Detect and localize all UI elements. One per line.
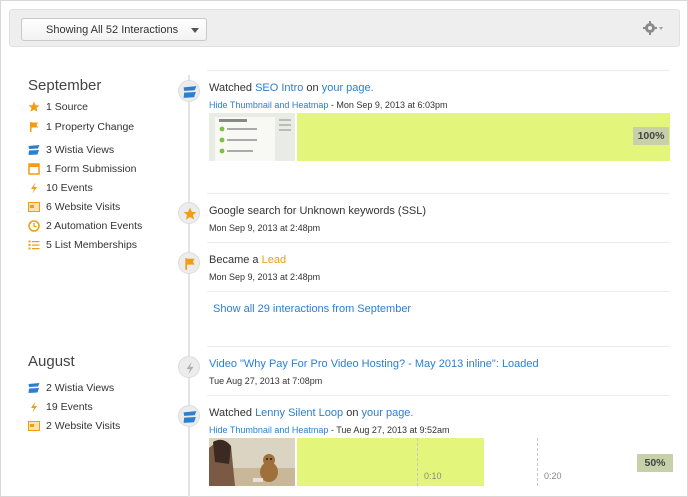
star-icon <box>28 101 40 113</box>
timeline-marker <box>537 438 538 486</box>
divider <box>207 291 670 292</box>
interaction-title: Watched Lenny Silent Loop on your page. <box>209 407 413 419</box>
interaction-title: Watched SEO Intro on your page. <box>209 82 374 94</box>
title-text: on <box>343 407 362 419</box>
interaction-filter-dropdown[interactable]: Showing All 52 Interactions <box>21 18 207 41</box>
stat-label: 1 Property Change <box>46 121 135 133</box>
stat-list-memberships[interactable]: 5 List Memberships <box>28 238 137 252</box>
list-icon <box>28 239 40 251</box>
divider <box>207 346 670 347</box>
title-text: Watched <box>209 407 256 419</box>
stat-automation-events[interactable]: 2 Automation Events <box>28 219 142 233</box>
website-icon <box>28 201 40 213</box>
lightning-icon <box>28 401 40 413</box>
video-thumbnail[interactable] <box>209 113 295 161</box>
lifecycle-stage-link[interactable]: Lead <box>262 254 286 266</box>
filter-label: Showing All 52 Interactions <box>46 24 179 36</box>
stat-website-visits[interactable]: 2 Website Visits <box>28 419 120 433</box>
timeline-node <box>178 80 200 102</box>
stat-label: 19 Events <box>46 401 93 413</box>
time-tick: 0:10 <box>424 471 442 481</box>
stat-label: 10 Events <box>46 182 93 194</box>
chevron-down-icon <box>191 28 199 33</box>
hide-heatmap-link[interactable]: Hide Thumbnail and Heatmap <box>209 100 328 110</box>
stat-sources[interactable]: 1 Source <box>28 100 88 114</box>
interaction-date: Mon Sep 9, 2013 at 2:48pm <box>209 223 321 233</box>
stat-website-visits[interactable]: 6 Website Visits <box>28 200 120 214</box>
form-icon <box>28 163 40 175</box>
stat-label: 2 Website Visits <box>46 420 121 432</box>
stat-property-changes[interactable]: 1 Property Change <box>28 120 134 134</box>
stat-label: 6 Website Visits <box>46 201 121 213</box>
heatmap-bar <box>297 113 670 161</box>
timeline-node <box>178 356 200 378</box>
page-link[interactable]: your page. <box>322 82 374 94</box>
divider <box>207 395 670 396</box>
toolbar: Showing All 52 Interactions <box>9 9 680 47</box>
percent-watched-badge: 100% <box>633 127 669 145</box>
interaction-title: Became a Lead <box>209 254 286 266</box>
percent-watched-badge: 50% <box>637 454 673 472</box>
stat-wistia-views[interactable]: 3 Wistia Views <box>28 143 114 157</box>
video-link[interactable]: SEO Intro <box>255 82 303 94</box>
title-text: Became a <box>209 254 262 266</box>
wistia-icon <box>28 382 40 394</box>
stat-events[interactable]: 10 Events <box>28 181 93 195</box>
divider <box>207 242 670 243</box>
stat-label: 5 List Memberships <box>46 239 138 251</box>
show-all-september-link[interactable]: Show all 29 interactions from September <box>213 303 411 315</box>
flag-icon <box>28 121 40 133</box>
interaction-date: Tue Aug 27, 2013 at 7:08pm <box>209 376 323 386</box>
interaction-title: Google search for Unknown keywords (SSL) <box>209 205 427 217</box>
wistia-icon <box>28 144 40 156</box>
divider <box>207 193 670 194</box>
heatmap-bar <box>297 438 484 486</box>
video-link[interactable]: Lenny Silent Loop <box>255 407 343 419</box>
interaction-meta: Hide Thumbnail and Heatmap - Tue Aug 27,… <box>209 425 450 435</box>
title-text: on <box>303 82 322 94</box>
stat-events[interactable]: 19 Events <box>28 400 93 414</box>
hide-heatmap-link[interactable]: Hide Thumbnail and Heatmap <box>209 425 328 435</box>
stat-form-submissions[interactable]: 1 Form Submission <box>28 162 136 176</box>
gear-icon[interactable] <box>643 20 665 36</box>
stat-label: 2 Automation Events <box>46 220 143 232</box>
time-tick: 0:20 <box>544 471 562 481</box>
interaction-date: - Mon Sep 9, 2013 at 6:03pm <box>328 100 448 110</box>
month-title-august: August <box>28 353 75 370</box>
stat-wistia-views[interactable]: 2 Wistia Views <box>28 381 114 395</box>
website-icon <box>28 420 40 432</box>
interaction-date: Mon Sep 9, 2013 at 2:48pm <box>209 272 321 282</box>
month-title-september: September <box>28 77 102 94</box>
stat-label: 3 Wistia Views <box>46 144 115 156</box>
interaction-meta: Hide Thumbnail and Heatmap - Mon Sep 9, … <box>209 100 447 110</box>
timeline-node <box>178 202 200 224</box>
divider <box>207 70 670 71</box>
event-link[interactable]: Video "Why Pay For Pro Video Hosting? - … <box>209 358 539 370</box>
lightning-icon <box>28 182 40 194</box>
page-link[interactable]: your page. <box>362 407 414 419</box>
timeline-line <box>188 75 190 497</box>
timeline-marker <box>417 438 418 486</box>
interaction-date: - Tue Aug 27, 2013 at 9:52am <box>328 425 450 435</box>
stat-label: 2 Wistia Views <box>46 382 115 394</box>
stat-label: 1 Source <box>46 101 89 113</box>
timeline-node <box>178 252 200 274</box>
timeline-node <box>178 405 200 427</box>
clock-icon <box>28 220 40 232</box>
title-text: Watched <box>209 82 256 94</box>
interactions-panel: Showing All 52 Interactions September 1 … <box>0 0 688 497</box>
video-thumbnail[interactable] <box>209 438 295 486</box>
stat-label: 1 Form Submission <box>46 163 137 175</box>
